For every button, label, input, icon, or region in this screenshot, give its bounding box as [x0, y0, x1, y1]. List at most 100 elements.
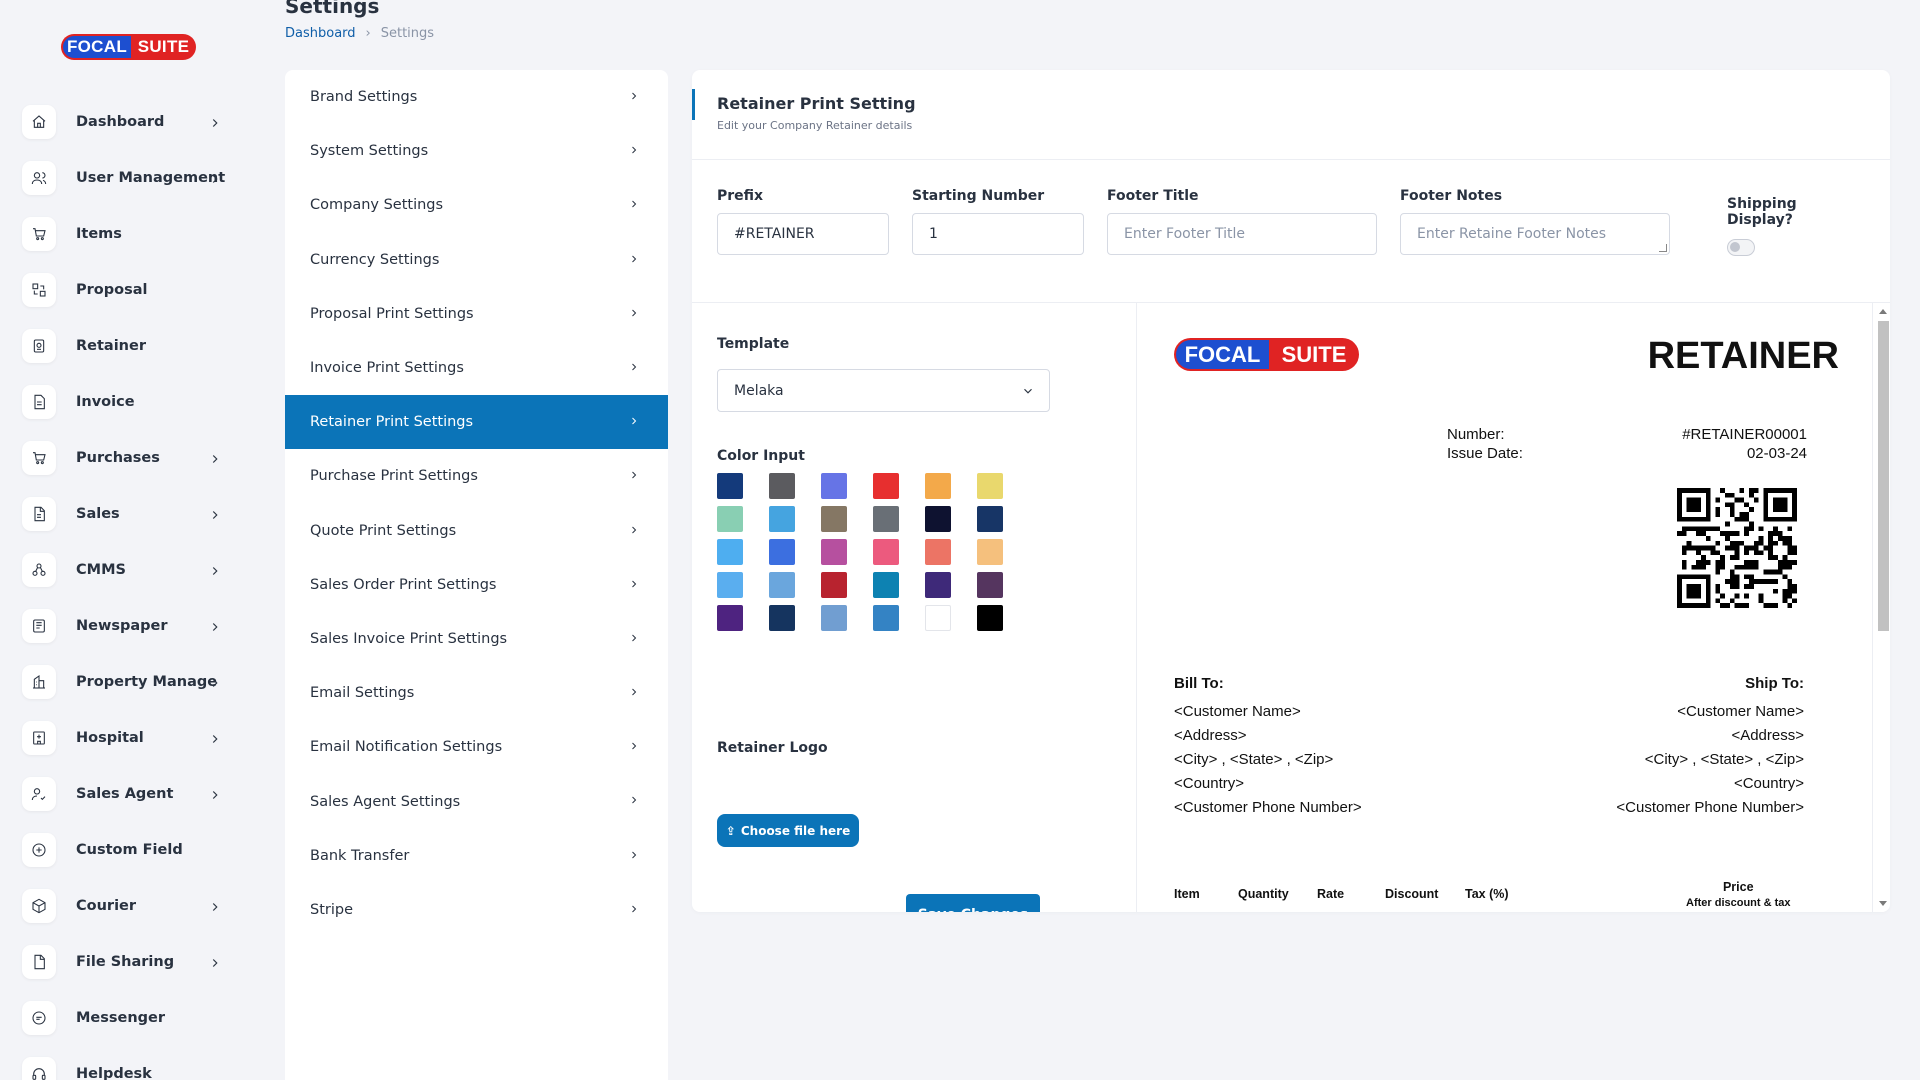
- prefix-input[interactable]: #RETAINER: [717, 213, 889, 255]
- settings-menu-item-stripe[interactable]: Stripe: [285, 883, 668, 937]
- qr-code-icon: [1677, 488, 1797, 608]
- color-swatch[interactable]: [769, 506, 795, 532]
- breadcrumb-dashboard-link[interactable]: Dashboard: [285, 26, 356, 41]
- choose-file-button[interactable]: ⇪ Choose file here: [717, 814, 859, 847]
- color-swatch[interactable]: [769, 605, 795, 631]
- settings-menu-item-brand-settings[interactable]: Brand Settings: [285, 70, 668, 124]
- sidebar-item-label: Purchases: [76, 450, 160, 466]
- sidebar-item-messenger[interactable]: Messenger: [22, 990, 242, 1046]
- settings-menu-item-invoice-print-settings[interactable]: Invoice Print Settings: [285, 341, 668, 395]
- sidebar-item-sales-agent[interactable]: Sales Agent: [22, 766, 242, 822]
- color-swatch-grid: [717, 473, 1003, 631]
- invoice-icon: [22, 385, 56, 419]
- upload-icon: ⇪: [725, 823, 736, 838]
- sidebar-item-label: User Management: [76, 170, 226, 186]
- settings-menu-item-retainer-print-settings[interactable]: Retainer Print Settings: [285, 395, 668, 450]
- color-swatch[interactable]: [717, 506, 743, 532]
- sidebar-item-property-manage[interactable]: Property Manage: [22, 654, 242, 710]
- sidebar-item-purchases[interactable]: Purchases: [22, 430, 242, 486]
- settings-menu-item-currency-settings[interactable]: Currency Settings: [285, 233, 668, 287]
- settings-menu-item-email-notification-settings[interactable]: Email Notification Settings: [285, 720, 668, 774]
- footer-title-field-group: Footer Title Enter Footer Title: [1107, 188, 1377, 255]
- color-swatch[interactable]: [769, 473, 795, 499]
- chevron-right-icon: [208, 955, 222, 969]
- sidebar-item-hospital[interactable]: Hospital: [22, 710, 242, 766]
- settings-menu-item-company-settings[interactable]: Company Settings: [285, 178, 668, 232]
- color-swatch[interactable]: [873, 539, 899, 565]
- scroll-up-icon[interactable]: [1879, 309, 1887, 314]
- resize-handle-icon[interactable]: [1659, 244, 1667, 252]
- color-swatch[interactable]: [925, 572, 951, 598]
- settings-menu-item-email-settings[interactable]: Email Settings: [285, 666, 668, 720]
- save-changes-button[interactable]: Save Changes: [906, 894, 1040, 912]
- settings-menu-item-purchase-print-settings[interactable]: Purchase Print Settings: [285, 449, 668, 503]
- sidebar-item-label: Custom Field: [76, 842, 183, 858]
- color-swatch[interactable]: [821, 572, 847, 598]
- proposal-icon: [22, 273, 56, 307]
- color-swatch[interactable]: [821, 473, 847, 499]
- sidebar-item-sales[interactable]: Sales: [22, 486, 242, 542]
- sidebar-item-dashboard[interactable]: Dashboard: [22, 94, 242, 150]
- sidebar-nav: Dashboard User Management Items Proposal Ret…: [22, 94, 242, 1080]
- chevron-right-icon: [628, 524, 640, 540]
- settings-menu-item-proposal-print-settings[interactable]: Proposal Print Settings: [285, 287, 668, 341]
- sidebar-item-proposal[interactable]: Proposal: [22, 262, 242, 318]
- sidebar-item-helpdesk[interactable]: Helpdesk: [22, 1046, 242, 1080]
- footer-title-input[interactable]: Enter Footer Title: [1107, 213, 1377, 255]
- sidebar-item-label: Courier: [76, 898, 137, 914]
- settings-menu-item-sales-order-print-settings[interactable]: Sales Order Print Settings: [285, 558, 668, 612]
- color-swatch[interactable]: [977, 506, 1003, 532]
- sidebar-item-items[interactable]: Items: [22, 206, 242, 262]
- color-swatch[interactable]: [769, 539, 795, 565]
- footer-notes-textarea[interactable]: Enter Retaine Footer Notes: [1400, 213, 1670, 255]
- template-select[interactable]: Melaka: [717, 369, 1050, 412]
- preview-number-label: Number:: [1447, 426, 1505, 443]
- color-swatch[interactable]: [821, 605, 847, 631]
- color-swatch[interactable]: [873, 605, 899, 631]
- color-swatch[interactable]: [977, 605, 1003, 631]
- color-swatch[interactable]: [717, 473, 743, 499]
- chevron-right-icon: [208, 675, 222, 689]
- color-swatch[interactable]: [925, 473, 951, 499]
- sidebar-item-invoice[interactable]: Invoice: [22, 374, 242, 430]
- settings-menu-item-sales-invoice-print-settings[interactable]: Sales Invoice Print Settings: [285, 612, 668, 666]
- shipping-display-toggle[interactable]: [1727, 239, 1755, 256]
- sidebar-item-courier[interactable]: Courier: [22, 878, 242, 934]
- color-swatch[interactable]: [925, 605, 951, 631]
- color-swatch[interactable]: [717, 572, 743, 598]
- newspaper-icon: [22, 609, 56, 643]
- sidebar-item-newspaper[interactable]: Newspaper: [22, 598, 242, 654]
- sidebar-item-retainer[interactable]: Retainer: [22, 318, 242, 374]
- color-swatch[interactable]: [717, 605, 743, 631]
- preview-date-row: Issue Date: 02-03-24: [1447, 445, 1807, 464]
- color-swatch[interactable]: [769, 572, 795, 598]
- starting-number-input[interactable]: 1: [912, 213, 1084, 255]
- color-swatch[interactable]: [873, 473, 899, 499]
- sidebar-item-cmms[interactable]: CMMS: [22, 542, 242, 598]
- sidebar-item-user-management[interactable]: User Management: [22, 150, 242, 206]
- settings-menu-item-quote-print-settings[interactable]: Quote Print Settings: [285, 504, 668, 558]
- color-swatch[interactable]: [977, 473, 1003, 499]
- color-swatch[interactable]: [925, 506, 951, 532]
- settings-menu-item-sales-agent-settings[interactable]: Sales Agent Settings: [285, 774, 668, 828]
- settings-menu-item-bank-transfer[interactable]: Bank Transfer: [285, 829, 668, 883]
- color-swatch[interactable]: [821, 539, 847, 565]
- color-swatch[interactable]: [873, 506, 899, 532]
- color-swatch[interactable]: [717, 539, 743, 565]
- chevron-right-icon: [628, 469, 640, 485]
- color-swatch[interactable]: [873, 572, 899, 598]
- settings-menu-item-label: Sales Order Print Settings: [310, 576, 497, 593]
- sidebar-item-file-sharing[interactable]: File Sharing: [22, 934, 242, 990]
- color-swatch[interactable]: [821, 506, 847, 532]
- scrollbar-thumb[interactable]: [1878, 321, 1889, 631]
- sidebar-item-custom-field[interactable]: Custom Field: [22, 822, 242, 878]
- settings-menu-item-system-settings[interactable]: System Settings: [285, 124, 668, 178]
- preview-scrollbar[interactable]: [1875, 303, 1890, 912]
- color-swatch[interactable]: [977, 539, 1003, 565]
- focal-suite-logo[interactable]: FOCAL SUITE: [61, 34, 196, 60]
- bill-to-line: <City> , <State> , <Zip>: [1174, 751, 1334, 768]
- retainer-print-setting-card: Retainer Print Setting Edit your Company…: [692, 70, 1890, 912]
- color-swatch[interactable]: [925, 539, 951, 565]
- scroll-down-icon[interactable]: [1879, 901, 1887, 906]
- color-swatch[interactable]: [977, 572, 1003, 598]
